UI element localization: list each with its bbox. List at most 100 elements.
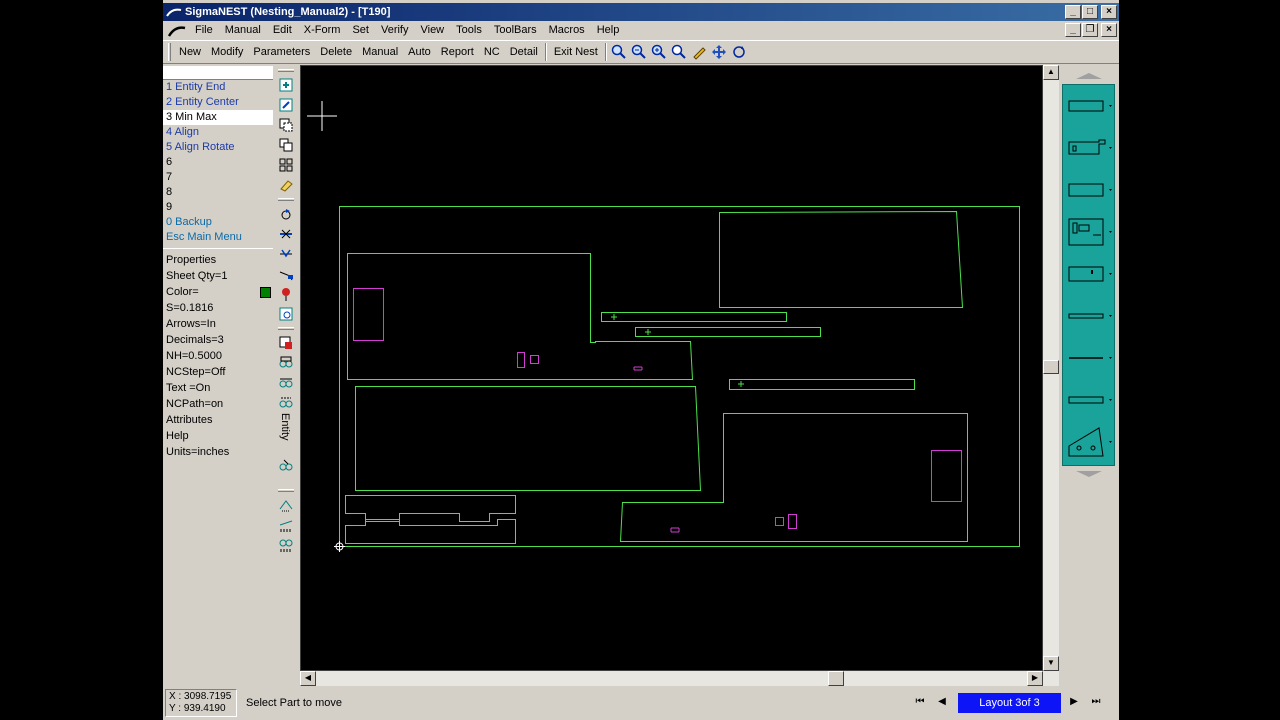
part-select-icon[interactable] <box>276 333 296 353</box>
scroll-down-button[interactable]: ▼ <box>1043 656 1059 671</box>
prop-color[interactable]: Color= <box>163 284 273 300</box>
prop-ncstep[interactable]: NCStep=Off <box>163 364 273 380</box>
eraser-icon[interactable] <box>276 175 296 195</box>
properties-header[interactable]: Properties <box>163 252 273 268</box>
nested-part[interactable] <box>619 413 968 542</box>
menu-view[interactable]: View <box>414 24 450 36</box>
prop-help[interactable]: Help <box>163 428 273 444</box>
snap-align[interactable]: 4 Align <box>163 125 273 140</box>
snap-6[interactable]: 6 <box>163 155 273 170</box>
prop-nh[interactable]: NH=0.5000 <box>163 348 273 364</box>
entity-link-icon[interactable] <box>276 455 296 475</box>
minimize-button[interactable]: _ <box>1065 5 1081 19</box>
snap-9[interactable]: 9 <box>163 200 273 215</box>
strip-part[interactable] <box>729 379 915 390</box>
part-copy-icon[interactable] <box>276 115 296 135</box>
palette-part-3[interactable] <box>1063 169 1114 211</box>
snap-7[interactable]: 7 <box>163 170 273 185</box>
link-parts-icon[interactable] <box>276 373 296 393</box>
palette-part-8[interactable] <box>1063 379 1114 421</box>
palette-part-2[interactable] <box>1063 127 1114 169</box>
doc-restore-button[interactable]: ❐ <box>1082 23 1098 37</box>
part-add-icon[interactable] <box>276 75 296 95</box>
next-layout-icon[interactable]: ▶ <box>1066 694 1082 710</box>
zoom-in-icon[interactable] <box>629 42 649 62</box>
prop-decimals[interactable]: Decimals=3 <box>163 332 273 348</box>
part-info-icon[interactable] <box>276 304 296 324</box>
redraw-icon[interactable] <box>729 42 749 62</box>
palette-part-6[interactable] <box>1063 295 1114 337</box>
prop-attributes[interactable]: Attributes <box>163 412 273 428</box>
previous-layout-icon[interactable]: ◀ <box>934 694 950 710</box>
prop-scale[interactable]: S=0.1816 <box>163 300 273 316</box>
nested-part[interactable] <box>355 386 702 491</box>
nc-button[interactable]: NC <box>479 46 505 58</box>
pencil-icon[interactable] <box>689 42 709 62</box>
palette-up-arrow-icon[interactable] <box>1060 70 1117 82</box>
scroll-right-button[interactable]: ▶ <box>1027 671 1043 686</box>
pan-icon[interactable] <box>709 42 729 62</box>
new-button[interactable]: New <box>174 46 206 58</box>
report-button[interactable]: Report <box>436 46 479 58</box>
part-duplicate-icon[interactable] <box>276 135 296 155</box>
nested-part[interactable] <box>347 253 694 380</box>
menu-tools[interactable]: Tools <box>450 24 488 36</box>
menu-manual[interactable]: Manual <box>219 24 267 36</box>
snap-align-rotate[interactable]: 5 Align Rotate <box>163 140 273 155</box>
rotate-icon[interactable] <box>276 204 296 224</box>
cut-order-icon[interactable] <box>276 535 296 555</box>
auto-button[interactable]: Auto <box>403 46 436 58</box>
menu-help[interactable]: Help <box>591 24 626 36</box>
nest-canvas[interactable] <box>300 65 1043 671</box>
zoom-out-icon[interactable] <box>649 42 669 62</box>
last-layout-icon[interactable]: ⏭ <box>1088 694 1104 710</box>
palette-down-arrow-icon[interactable] <box>1060 468 1117 480</box>
prop-text[interactable]: Text =On <box>163 380 273 396</box>
command-input[interactable] <box>163 66 273 80</box>
menu-edit[interactable]: Edit <box>267 24 298 36</box>
scroll-up-button[interactable]: ▲ <box>1043 65 1059 80</box>
zoom-icon[interactable] <box>609 42 629 62</box>
menu-toolbars[interactable]: ToolBars <box>488 24 543 36</box>
mirror-horizontal-icon[interactable] <box>276 224 296 244</box>
palette-part-5[interactable] <box>1063 253 1114 295</box>
grid-array-icon[interactable] <box>276 155 296 175</box>
part-move-icon[interactable] <box>276 95 296 115</box>
menu-file[interactable]: File <box>189 24 219 36</box>
link-parts-icon[interactable] <box>276 393 296 413</box>
snap-8[interactable]: 8 <box>163 185 273 200</box>
palette-part-4[interactable] <box>1063 211 1114 253</box>
strip-part[interactable] <box>345 519 516 544</box>
menu-verify[interactable]: Verify <box>375 24 415 36</box>
strip-part[interactable] <box>635 327 821 337</box>
palette-part-1[interactable] <box>1063 85 1114 127</box>
mirror-vertical-icon[interactable] <box>276 244 296 264</box>
slide-icon[interactable] <box>276 264 296 284</box>
color-swatch[interactable] <box>260 287 271 298</box>
exit-nest-button[interactable]: Exit Nest <box>549 46 603 58</box>
strip-part[interactable] <box>345 495 516 522</box>
nested-part[interactable] <box>719 210 964 308</box>
modify-button[interactable]: Modify <box>206 46 248 58</box>
zoom-window-icon[interactable] <box>669 42 689 62</box>
link-parts-icon[interactable] <box>276 353 296 373</box>
menu-set[interactable]: Set <box>346 24 375 36</box>
bump-icon[interactable] <box>276 284 296 304</box>
manual-button[interactable]: Manual <box>357 46 403 58</box>
vertical-scroll-thumb[interactable] <box>1043 360 1059 374</box>
delete-button[interactable]: Delete <box>315 46 357 58</box>
detail-button[interactable]: Detail <box>505 46 543 58</box>
strip-part[interactable] <box>601 312 787 322</box>
vertical-scrollbar[interactable]: ▲ ▼ <box>1043 65 1059 671</box>
menu-macros[interactable]: Macros <box>543 24 591 36</box>
doc-minimize-button[interactable]: _ <box>1065 23 1081 37</box>
maximize-button[interactable]: □ <box>1082 5 1098 19</box>
prop-arrows[interactable]: Arrows=In <box>163 316 273 332</box>
menu-xform[interactable]: X-Form <box>298 24 347 36</box>
layout-indicator[interactable]: Layout 3of 3 <box>958 693 1061 713</box>
close-button[interactable]: × <box>1101 5 1117 19</box>
backup-item[interactable]: 0 Backup <box>163 215 273 230</box>
prop-sheet-qty[interactable]: Sheet Qty=1 <box>163 268 273 284</box>
palette-part-9[interactable] <box>1063 421 1114 463</box>
parameters-button[interactable]: Parameters <box>248 46 315 58</box>
